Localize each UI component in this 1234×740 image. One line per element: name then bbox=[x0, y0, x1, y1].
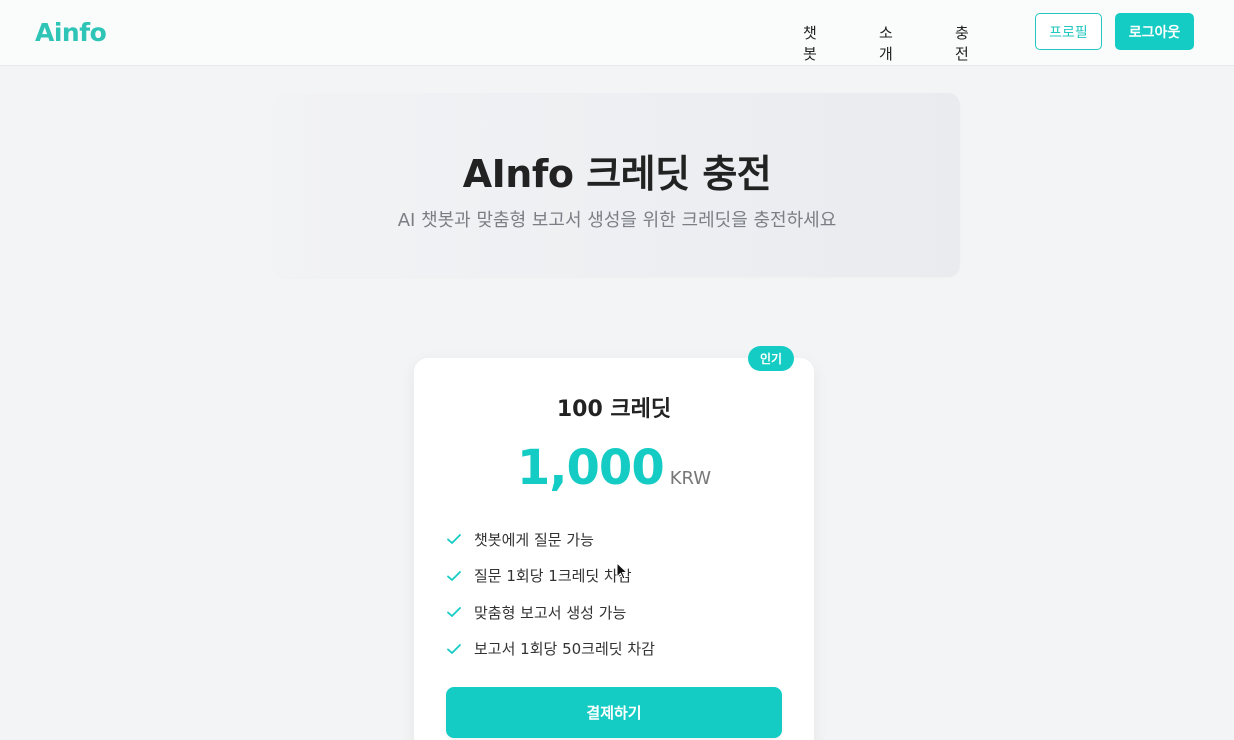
page-title: AInfo 크레딧 충전 bbox=[462, 152, 772, 196]
feature-text: 보고서 1회당 50크레딧 차감 bbox=[474, 640, 655, 659]
feature-item: 보고서 1회당 50크레딧 차감 bbox=[446, 631, 786, 668]
feature-text: 맞춤형 보고서 생성 가능 bbox=[474, 603, 627, 622]
check-icon bbox=[447, 643, 461, 654]
price-amount: 1,000 bbox=[516, 440, 665, 496]
feature-text: 챗봇에게 질문 가능 bbox=[474, 530, 594, 549]
credit-plan-card: 인기 100 크레딧 1,000 KRW 챗봇에게 질문 가능 질문 1회당 1… bbox=[414, 346, 814, 740]
nav-item-about[interactable]: 소개 bbox=[879, 22, 893, 64]
popular-badge: 인기 bbox=[748, 346, 794, 371]
price-currency: KRW bbox=[669, 468, 712, 489]
nav-item-chatbot[interactable]: 챗봇 bbox=[803, 22, 817, 64]
pay-button[interactable]: 결제하기 bbox=[446, 687, 782, 738]
plan-title: 100 크레딧 bbox=[556, 397, 672, 422]
cursor-icon bbox=[616, 562, 628, 580]
logout-button[interactable]: 로그아웃 bbox=[1115, 13, 1194, 50]
check-icon bbox=[447, 534, 461, 545]
feature-list: 챗봇에게 질문 가능 질문 1회당 1크레딧 차감 맞춤형 보고서 생성 가능 … bbox=[446, 521, 786, 667]
price-row: 1,000 KRW bbox=[414, 440, 814, 496]
hero-banner: AInfo 크레딧 충전 AI 챗봇과 맞춤형 보고서 생성을 위한 크레딧을 … bbox=[274, 93, 960, 277]
check-icon bbox=[447, 570, 461, 581]
site-header: Ainfo 챗봇 소개 충전 프로필 로그아웃 bbox=[0, 0, 1234, 66]
logo[interactable]: Ainfo bbox=[35, 18, 107, 47]
check-icon bbox=[447, 607, 461, 618]
profile-button[interactable]: 프로필 bbox=[1035, 13, 1102, 50]
feature-item: 맞춤형 보고서 생성 가능 bbox=[446, 594, 786, 631]
feature-item: 챗봇에게 질문 가능 bbox=[446, 521, 786, 558]
page-subtitle: AI 챗봇과 맞춤형 보고서 생성을 위한 크레딧을 충전하세요 bbox=[397, 210, 837, 231]
nav-item-charge[interactable]: 충전 bbox=[955, 22, 969, 64]
feature-text: 질문 1회당 1크레딧 차감 bbox=[474, 567, 632, 586]
